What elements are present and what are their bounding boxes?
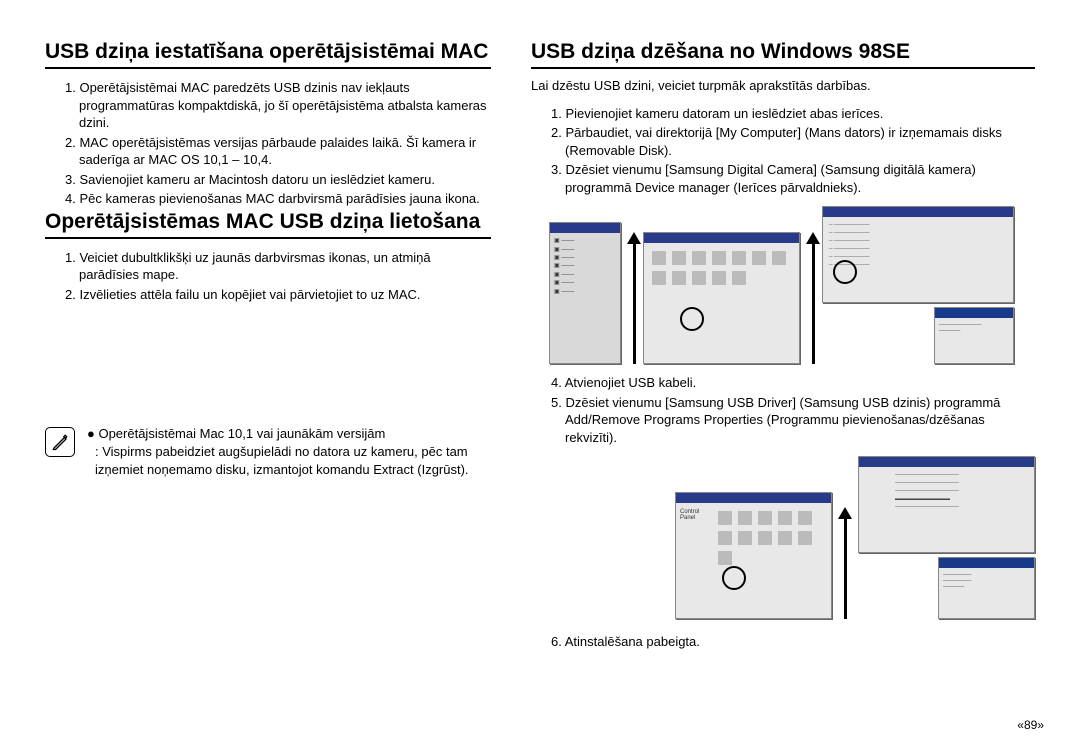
screenshot-add-remove: ────────────────────────────────────────…	[858, 456, 1035, 553]
intro-text: Lai dzēstu USB dzini, veiciet turpmāk ap…	[531, 77, 1035, 95]
heading-mac-setup: USB dziņa iestatīšana operētājsistēmai M…	[45, 40, 491, 69]
step: 1. Pievienojiet kameru datoram un ieslēd…	[551, 105, 1035, 123]
note-icon	[45, 427, 75, 457]
mac-setup-steps: 1. Operētājsistēmai MAC paredzēts USB dz…	[45, 79, 491, 210]
screenshot-my-computer	[643, 232, 800, 364]
page-number: «89»	[1017, 718, 1044, 732]
screenshot-row-2: ControlPanel ───────────────────────────…	[549, 456, 1035, 619]
note-detail: : Vispirms pabeidziet augšupielādi no da…	[87, 443, 491, 478]
right-column: USB dziņa dzēšana no Windows 98SE Lai dz…	[531, 40, 1035, 726]
screenshot-row-1: ▣ ───▣ ───▣ ───▣ ───▣ ───▣ ───▣ ─── ─	[549, 206, 1035, 364]
left-column: USB dziņa iestatīšana operētājsistēmai M…	[45, 40, 491, 726]
step: 3. Savienojiet kameru ar Macintosh dator…	[65, 171, 491, 189]
step: 5. Dzēsiet vienumu [Samsung USB Driver] …	[551, 394, 1035, 447]
win98-steps-end: 6. Atinstalēšana pabeigta.	[531, 633, 1035, 653]
manual-page: USB dziņa iestatīšana operētājsistēmai M…	[0, 0, 1080, 746]
note-block: ● Operētājsistēmai Mac 10,1 vai jaunākām…	[45, 425, 491, 478]
note-bullet: ● Operētājsistēmai Mac 10,1 vai jaunākām…	[87, 425, 491, 443]
win98-steps-top: 1. Pievienojiet kameru datoram un ieslēd…	[531, 105, 1035, 199]
screenshot-device-manager: ─ ─────────── ─────────── ─────────── ──…	[822, 206, 1014, 303]
step: 2. Izvēlieties attēla failu un kopējiet …	[65, 286, 491, 304]
arrow-up-icon	[838, 507, 852, 619]
step: 6. Atinstalēšana pabeigta.	[551, 633, 1035, 651]
step: 4. Atvienojiet USB kabeli.	[551, 374, 1035, 392]
screenshot-uninstall-dialog: ──────────────────────	[938, 557, 1035, 619]
arrow-up-icon	[806, 232, 820, 364]
win98-steps-mid: 4. Atvienojiet USB kabeli. 5. Dzēsiet vi…	[531, 374, 1035, 448]
step: 1. Operētājsistēmai MAC paredzēts USB dz…	[65, 79, 491, 132]
step: 3. Dzēsiet vienumu [Samsung Digital Came…	[551, 161, 1035, 196]
screenshot-explorer-tree: ▣ ───▣ ───▣ ───▣ ───▣ ───▣ ───▣ ───	[549, 222, 621, 364]
heading-mac-usage: Operētājsistēmas MAC USB dziņa lietošana	[45, 210, 491, 239]
step: 1. Veiciet dubultklikšķi uz jaunās darbv…	[65, 249, 491, 284]
note-text: ● Operētājsistēmai Mac 10,1 vai jaunākām…	[87, 425, 491, 478]
step: 4. Pēc kameras pievienošanas MAC darbvir…	[65, 190, 491, 208]
screenshot-control-panel: ControlPanel	[675, 492, 832, 619]
screenshot-confirm-dialog: ──────────────────	[934, 307, 1014, 364]
step: 2. Pārbaudiet, vai direktorijā [My Compu…	[551, 124, 1035, 159]
arrow-up-icon	[627, 232, 641, 364]
step: 2. MAC operētājsistēmas versijas pārbaud…	[65, 134, 491, 169]
mac-usage-steps: 1. Veiciet dubultklikšķi uz jaunās darbv…	[45, 249, 491, 306]
heading-win98-uninstall: USB dziņa dzēšana no Windows 98SE	[531, 40, 1035, 69]
